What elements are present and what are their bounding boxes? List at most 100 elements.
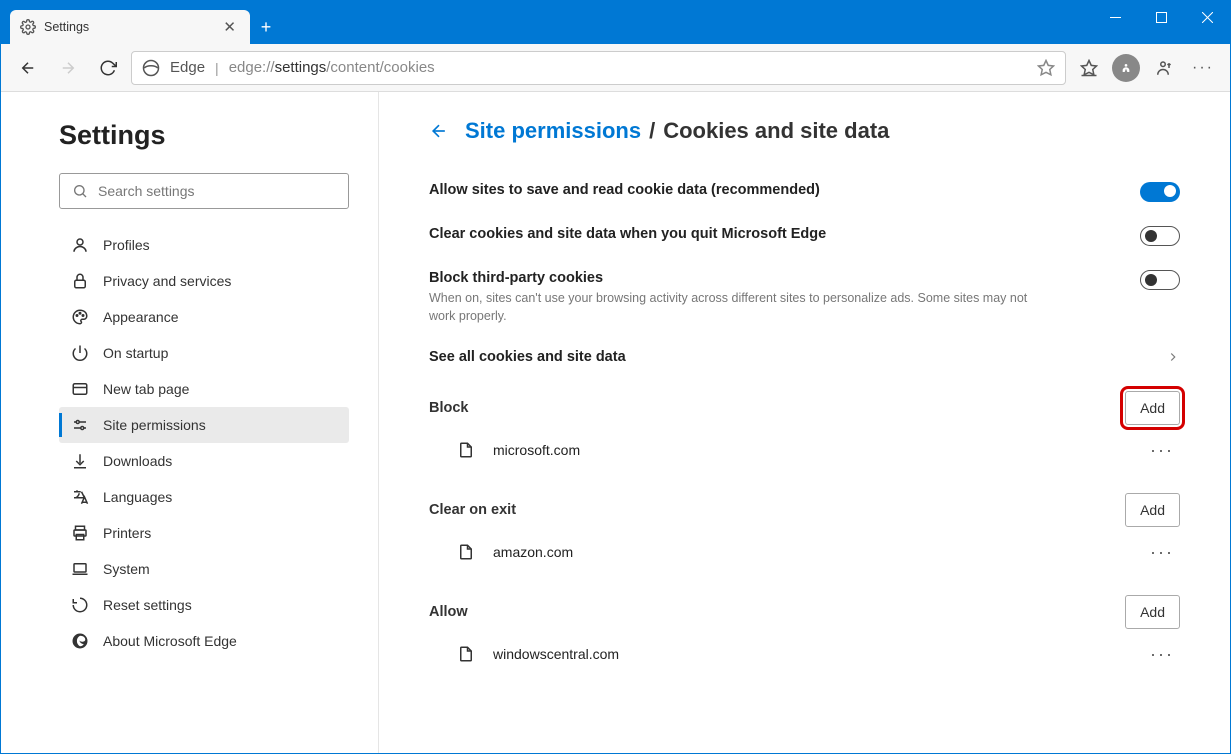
sidebar-item-system[interactable]: System xyxy=(59,551,349,587)
site-more-button[interactable]: ··· xyxy=(1144,440,1180,461)
sidebar-item-newtab[interactable]: New tab page xyxy=(59,371,349,407)
file-icon xyxy=(457,441,475,459)
sidebar-item-label: Languages xyxy=(103,489,172,505)
section-label: Block xyxy=(429,400,1125,416)
site-row: amazon.com ··· xyxy=(429,527,1180,577)
sidebar-item-label: Profiles xyxy=(103,237,150,253)
breadcrumb: Site permissions / Cookies and site data xyxy=(429,118,1180,144)
address-separator: | xyxy=(215,60,219,76)
toggle-block-third-party[interactable] xyxy=(1140,270,1180,290)
more-menu-button[interactable]: ··· xyxy=(1186,51,1220,85)
new-tab-button[interactable]: + xyxy=(250,10,282,44)
breadcrumb-separator: / xyxy=(649,118,655,144)
sidebar-item-label: New tab page xyxy=(103,381,189,397)
sidebar-item-label: Site permissions xyxy=(103,417,206,433)
setting-label: Allow sites to save and read cookie data… xyxy=(429,182,1140,198)
sidebar-item-privacy[interactable]: Privacy and services xyxy=(59,263,349,299)
window-controls xyxy=(1092,1,1230,44)
laptop-icon xyxy=(71,560,89,578)
reset-icon xyxy=(71,596,89,614)
printer-icon xyxy=(71,524,89,542)
sidebar-item-label: Appearance xyxy=(103,309,179,325)
sidebar-item-label: About Microsoft Edge xyxy=(103,633,237,649)
minimize-button[interactable] xyxy=(1092,1,1138,33)
palette-icon xyxy=(71,308,89,326)
browser-window: Settings ✕ + Edge | edge://settings/cont… xyxy=(0,0,1231,754)
tab-title: Settings xyxy=(44,20,89,34)
sidebar-item-appearance[interactable]: Appearance xyxy=(59,299,349,335)
search-placeholder: Search settings xyxy=(98,183,195,199)
site-name: windowscentral.com xyxy=(493,646,1144,662)
site-name: amazon.com xyxy=(493,544,1144,560)
address-url: edge://settings/content/cookies xyxy=(229,59,435,76)
close-window-button[interactable] xyxy=(1184,1,1230,33)
edge-logo-icon xyxy=(142,59,160,77)
layout-icon xyxy=(71,380,89,398)
file-icon xyxy=(457,645,475,663)
sidebar-item-languages[interactable]: Languages xyxy=(59,479,349,515)
setting-block-third-party: Block third-party cookies When on, sites… xyxy=(429,258,1180,337)
maximize-button[interactable] xyxy=(1138,1,1184,33)
favorite-star-icon[interactable] xyxy=(1037,59,1055,77)
chevron-right-icon xyxy=(1166,350,1180,364)
address-bar[interactable]: Edge | edge://settings/content/cookies xyxy=(131,51,1066,85)
extensions-button[interactable] xyxy=(1146,51,1180,85)
forward-button[interactable] xyxy=(51,51,85,85)
content-body: Settings Search settings Profiles Privac… xyxy=(1,92,1230,753)
site-more-button[interactable]: ··· xyxy=(1144,644,1180,665)
power-icon xyxy=(71,344,89,362)
sidebar-item-label: System xyxy=(103,561,150,577)
site-row: windowscentral.com ··· xyxy=(429,629,1180,679)
section-clear-on-exit: Clear on exit Add xyxy=(429,493,1180,527)
setting-description: When on, sites can't use your browsing a… xyxy=(429,290,1049,325)
site-row: microsoft.com ··· xyxy=(429,425,1180,475)
sidebar-item-reset[interactable]: Reset settings xyxy=(59,587,349,623)
section-allow: Allow Add xyxy=(429,595,1180,629)
sidebar-item-startup[interactable]: On startup xyxy=(59,335,349,371)
file-icon xyxy=(457,543,475,561)
breadcrumb-back-button[interactable] xyxy=(429,121,449,141)
profile-avatar[interactable] xyxy=(1112,54,1140,82)
titlebar: Settings ✕ + xyxy=(1,1,1230,44)
section-label: Allow xyxy=(429,604,1125,620)
section-label: Clear on exit xyxy=(429,502,1125,518)
address-label: Edge xyxy=(170,59,205,76)
search-settings-input[interactable]: Search settings xyxy=(59,173,349,209)
browser-tab[interactable]: Settings ✕ xyxy=(10,10,250,44)
edge-icon xyxy=(71,632,89,650)
download-icon xyxy=(71,452,89,470)
sidebar-item-profiles[interactable]: Profiles xyxy=(59,227,349,263)
sidebar-item-downloads[interactable]: Downloads xyxy=(59,443,349,479)
sliders-icon xyxy=(71,416,89,434)
settings-main: Site permissions / Cookies and site data… xyxy=(379,92,1230,753)
tab-close-icon[interactable]: ✕ xyxy=(219,18,240,36)
sidebar-item-label: Reset settings xyxy=(103,597,192,613)
sidebar-item-printers[interactable]: Printers xyxy=(59,515,349,551)
section-block: Block Add xyxy=(429,391,1180,425)
setting-allow-cookies: Allow sites to save and read cookie data… xyxy=(429,170,1180,214)
see-all-cookies-button[interactable]: See all cookies and site data xyxy=(429,337,1180,377)
site-more-button[interactable]: ··· xyxy=(1144,542,1180,563)
sidebar-item-label: Privacy and services xyxy=(103,273,231,289)
breadcrumb-current: Cookies and site data xyxy=(663,118,889,144)
favorites-button[interactable] xyxy=(1072,51,1106,85)
toggle-clear-on-quit[interactable] xyxy=(1140,226,1180,246)
breadcrumb-parent-link[interactable]: Site permissions xyxy=(465,118,641,144)
settings-title: Settings xyxy=(59,120,364,151)
sidebar-item-about[interactable]: About Microsoft Edge xyxy=(59,623,349,659)
setting-label: See all cookies and site data xyxy=(429,349,1166,365)
setting-label: Block third-party cookies xyxy=(429,270,1140,286)
toggle-allow-cookies[interactable] xyxy=(1140,182,1180,202)
add-block-button[interactable]: Add xyxy=(1125,391,1180,425)
globe-icon xyxy=(71,488,89,506)
sidebar-item-label: Printers xyxy=(103,525,151,541)
sidebar-item-label: Downloads xyxy=(103,453,172,469)
lock-icon xyxy=(71,272,89,290)
add-clear-on-exit-button[interactable]: Add xyxy=(1125,493,1180,527)
settings-nav: Profiles Privacy and services Appearance… xyxy=(59,227,349,659)
settings-sidebar: Settings Search settings Profiles Privac… xyxy=(1,92,379,753)
sidebar-item-site-permissions[interactable]: Site permissions xyxy=(59,407,349,443)
refresh-button[interactable] xyxy=(91,51,125,85)
back-button[interactable] xyxy=(11,51,45,85)
add-allow-button[interactable]: Add xyxy=(1125,595,1180,629)
